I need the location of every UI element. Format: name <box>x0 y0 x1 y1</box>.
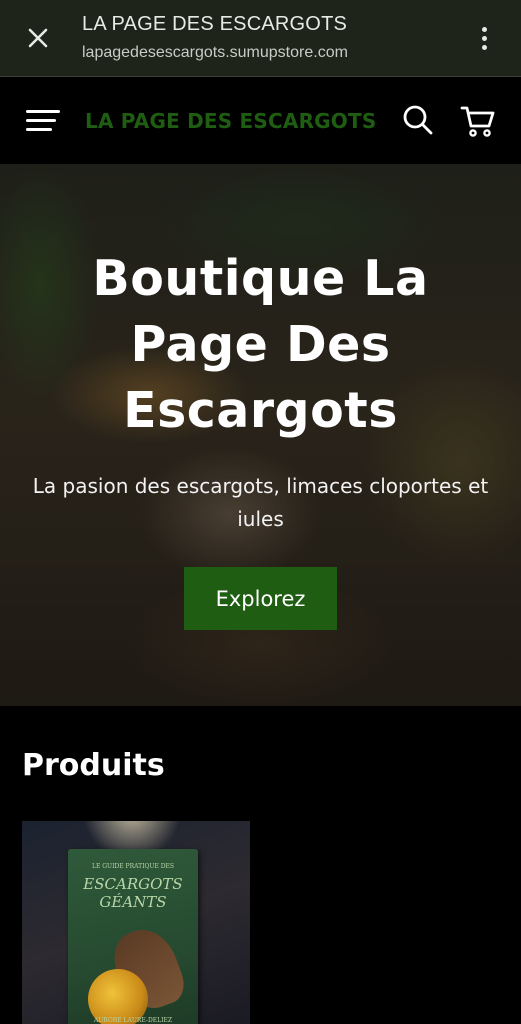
more-vert-icon[interactable] <box>470 22 498 54</box>
product-image: LE GUIDE PRATIQUE DES ESCARGOTS GÉANTS A… <box>68 849 198 1024</box>
book-subtitle: LE GUIDE PRATIQUE DES <box>91 863 175 870</box>
book-title-line1: ESCARGOTS <box>83 875 183 893</box>
browser-toolbar: LA PAGE DES ESCARGOTS lapagedesescargots… <box>0 0 521 77</box>
products-heading: Produits <box>22 748 165 783</box>
site-logo[interactable]: LA PAGE DES ESCARGOTS <box>85 109 376 133</box>
hero-title: Boutique La Page Des Escargots <box>92 250 429 439</box>
book-title-line2: GÉANTS <box>99 893 167 911</box>
product-card[interactable]: LE GUIDE PRATIQUE DES ESCARGOTS GÉANTS A… <box>22 821 250 1024</box>
hero-subtitle: La pasion des escargots, limaces cloport… <box>32 474 489 531</box>
browser-url[interactable]: lapagedesescargots.sumupstore.com <box>82 44 348 62</box>
book-author: AURORE LAURE-DELIEZ <box>93 1017 173 1024</box>
browser-page-title: LA PAGE DES ESCARGOTS <box>82 13 348 35</box>
close-icon[interactable] <box>22 22 54 54</box>
snail-shell-illustration <box>88 969 148 1024</box>
hero-banner: Boutique La Page Des Escargots La pasion… <box>0 164 521 706</box>
site-header: LA PAGE DES ESCARGOTS <box>0 78 521 164</box>
explore-button[interactable]: Explorez <box>184 567 337 630</box>
cart-icon[interactable] <box>460 104 496 138</box>
hamburger-icon[interactable] <box>26 108 60 134</box>
search-icon[interactable] <box>402 104 434 136</box>
